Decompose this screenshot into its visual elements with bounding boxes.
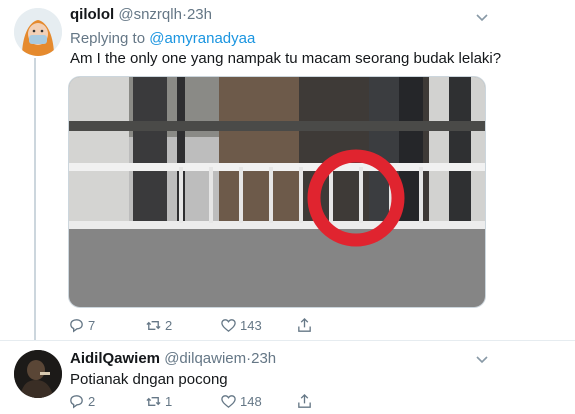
reply-button[interactable]: 7 bbox=[68, 317, 95, 334]
tweet-header: qilolol @snzrqlh·23h bbox=[70, 6, 212, 23]
like-icon bbox=[221, 395, 236, 409]
chevron-down-icon[interactable] bbox=[475, 352, 489, 366]
retweet-icon bbox=[146, 397, 161, 406]
thread-line bbox=[34, 58, 36, 340]
display-name[interactable]: AidilQawiem bbox=[70, 350, 160, 367]
replying-to: Replying to @amyranadyaa bbox=[70, 30, 255, 47]
replying-prefix: Replying to bbox=[70, 30, 146, 47]
like-button[interactable]: 143 bbox=[220, 317, 262, 334]
tweet-text: Am I the only one yang nampak tu macam s… bbox=[70, 50, 502, 67]
like-icon bbox=[221, 319, 236, 333]
like-count: 143 bbox=[240, 318, 262, 333]
tweet-text: Potianak dngan pocong bbox=[70, 371, 228, 388]
tweet-photo[interactable] bbox=[68, 76, 486, 308]
avatar-qilolol[interactable] bbox=[14, 8, 62, 56]
reply-button[interactable]: 2 bbox=[68, 393, 95, 410]
like-count: 148 bbox=[240, 394, 262, 409]
retweet-count: 2 bbox=[165, 318, 173, 333]
reply-icon bbox=[70, 319, 83, 333]
retweet-icon bbox=[146, 321, 161, 330]
avatar-aidilqawiem[interactable] bbox=[14, 350, 62, 398]
share-button[interactable] bbox=[296, 393, 316, 410]
photo-balcony-image bbox=[69, 77, 485, 307]
share-icon bbox=[298, 393, 311, 408]
reply-count: 7 bbox=[88, 318, 96, 333]
display-name[interactable]: qilolol bbox=[70, 6, 114, 23]
retweet-count: 1 bbox=[165, 394, 173, 409]
chevron-down-icon[interactable] bbox=[475, 10, 489, 24]
reply-icon bbox=[70, 395, 83, 409]
like-button[interactable]: 148 bbox=[220, 393, 262, 410]
retweet-button[interactable]: 2 bbox=[145, 317, 172, 334]
handle[interactable]: @snzrqlh bbox=[118, 6, 182, 23]
tweet-header: AidilQawiem @dilqawiem·23h bbox=[70, 350, 276, 367]
replying-to-link[interactable]: @amyranadyaa bbox=[149, 30, 255, 47]
retweet-button[interactable]: 1 bbox=[145, 393, 172, 410]
timestamp[interactable]: 23h bbox=[187, 6, 212, 23]
reply-count: 2 bbox=[88, 394, 96, 409]
timestamp[interactable]: 23h bbox=[251, 350, 276, 367]
share-button[interactable] bbox=[296, 317, 316, 334]
tweet-divider bbox=[0, 340, 575, 341]
handle[interactable]: @dilqawiem bbox=[164, 350, 246, 367]
share-icon bbox=[298, 317, 311, 332]
